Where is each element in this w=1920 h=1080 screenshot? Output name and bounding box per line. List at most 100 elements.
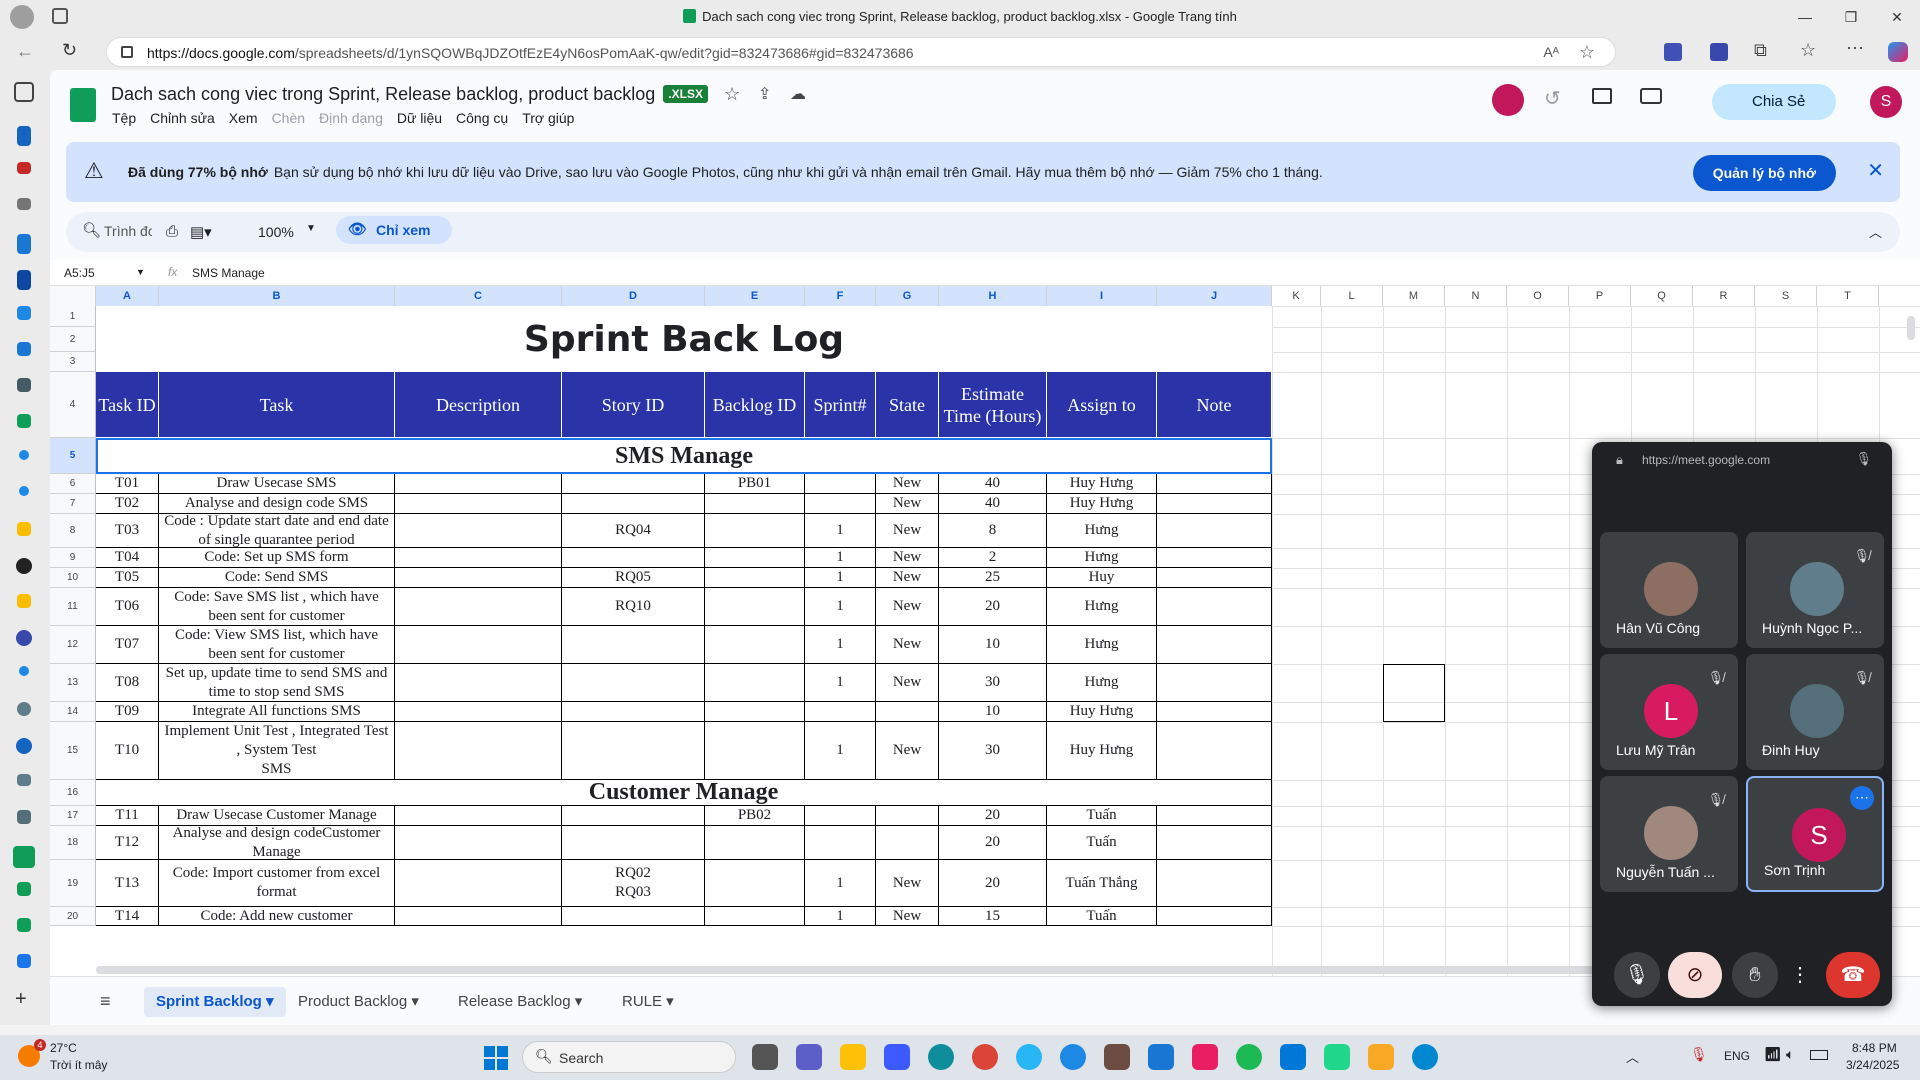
table-cell[interactable]: 8: [939, 514, 1047, 548]
table-cell[interactable]: Huy Hưng: [1047, 474, 1157, 494]
table-cell[interactable]: New: [876, 514, 939, 548]
store-icon[interactable]: [884, 1044, 910, 1070]
table-cell[interactable]: [876, 702, 939, 722]
table-cell[interactable]: [395, 568, 562, 588]
column-header-s[interactable]: S: [1755, 286, 1817, 306]
table-cell[interactable]: 20: [939, 806, 1047, 826]
extension-icon[interactable]: [1710, 43, 1728, 61]
row-header-10[interactable]: 10: [50, 568, 96, 588]
table-cell[interactable]: 40: [939, 494, 1047, 514]
row-header-5[interactable]: 5: [50, 438, 96, 474]
zoom-chevron-icon[interactable]: ▼: [306, 223, 316, 234]
meet-icon[interactable]: [1640, 88, 1662, 104]
section-sms-manage[interactable]: SMS Manage: [96, 438, 1272, 474]
tray-chevron-icon[interactable]: ︿: [1626, 1047, 1639, 1066]
table-cell[interactable]: Code: Set up SMS form: [159, 548, 395, 568]
table-cell[interactable]: 1: [805, 588, 876, 626]
manage-storage-button[interactable]: Quản lý bộ nhớ: [1692, 155, 1836, 191]
table-cell[interactable]: [562, 494, 705, 514]
column-header-c[interactable]: C: [395, 286, 562, 306]
table-cell[interactable]: 30: [939, 722, 1047, 780]
table-cell[interactable]: [705, 568, 805, 588]
table-cell[interactable]: [395, 494, 562, 514]
participant-tile[interactable]: Huỳnh Ngọc P... 🎙︎̸: [1746, 532, 1884, 648]
all-sheets-icon[interactable]: ≡: [100, 991, 111, 1012]
header-cell[interactable]: Note: [1157, 372, 1272, 438]
table-cell[interactable]: 15: [939, 907, 1047, 926]
table-cell[interactable]: Huy Hưng: [1047, 494, 1157, 514]
table-cell[interactable]: [805, 806, 876, 826]
reload-icon[interactable]: ↻: [62, 40, 77, 61]
table-cell[interactable]: Integrate All functions SMS: [159, 702, 395, 722]
table-cell[interactable]: RQ05: [562, 568, 705, 588]
table-cell[interactable]: Code: Send SMS: [159, 568, 395, 588]
telegram-icon[interactable]: [1016, 1044, 1042, 1070]
table-cell[interactable]: T02: [96, 494, 159, 514]
sidebar-app-7-icon[interactable]: [17, 342, 31, 356]
header-cell[interactable]: Backlog ID: [705, 372, 805, 438]
table-cell[interactable]: [1157, 494, 1272, 514]
move-icon[interactable]: ⇪: [758, 84, 771, 104]
sheet-title[interactable]: Sprint Back Log: [96, 306, 1272, 372]
table-cell[interactable]: Draw Usecase SMS: [159, 474, 395, 494]
battery-icon[interactable]: [1810, 1050, 1828, 1060]
table-cell[interactable]: 2: [939, 548, 1047, 568]
star-icon[interactable]: ☆: [724, 84, 740, 105]
table-cell[interactable]: Implement Unit Test , Integrated Test , …: [159, 722, 395, 780]
history-icon[interactable]: ↺: [1544, 86, 1561, 111]
sidebar-sheets-active-icon[interactable]: [13, 846, 35, 868]
camera-off-button[interactable]: ⊘: [1668, 952, 1722, 998]
leave-call-button[interactable]: ☎︎: [1826, 952, 1880, 998]
table-cell[interactable]: [1157, 860, 1272, 907]
table-cell[interactable]: [705, 722, 805, 780]
view-only-chip[interactable]: 👁︎ Chỉ xem: [336, 216, 452, 244]
table-cell[interactable]: New: [876, 494, 939, 514]
row-header-20[interactable]: 20: [50, 907, 96, 926]
table-cell[interactable]: Tuấn: [1047, 806, 1157, 826]
table-cell[interactable]: New: [876, 568, 939, 588]
table-cell[interactable]: New: [876, 860, 939, 907]
table-cell[interactable]: Code : Update start date and end date of…: [159, 514, 395, 548]
participant-tile[interactable]: L Lưu Mỹ Trân 🎙︎̸: [1600, 654, 1738, 770]
site-info-icon[interactable]: [121, 46, 133, 58]
volume-icon[interactable]: 🔈︎: [1786, 1046, 1794, 1063]
table-cell[interactable]: T11: [96, 806, 159, 826]
select-all-corner[interactable]: [50, 286, 96, 306]
participant-tile[interactable]: Hân Vũ Công: [1600, 532, 1738, 648]
table-cell[interactable]: [705, 494, 805, 514]
table-cell[interactable]: T06: [96, 588, 159, 626]
row-header-4[interactable]: 4: [50, 372, 96, 438]
spotify-icon[interactable]: [1236, 1044, 1262, 1070]
column-header-t[interactable]: T: [1817, 286, 1879, 306]
mic-button[interactable]: 🎙︎: [1614, 952, 1660, 998]
table-cell[interactable]: Draw Usecase Customer Manage: [159, 806, 395, 826]
tabs-icon[interactable]: [14, 82, 34, 102]
table-cell[interactable]: New: [876, 474, 939, 494]
table-cell[interactable]: [705, 826, 805, 860]
tray-mic-icon[interactable]: 🎙︎: [1690, 1046, 1708, 1063]
row-header-3[interactable]: 3: [50, 352, 96, 372]
doc-title[interactable]: Dach sach cong viec trong Sprint, Releas…: [111, 84, 708, 105]
row-header-13[interactable]: 13: [50, 664, 96, 702]
column-header-m[interactable]: M: [1383, 286, 1445, 306]
table-cell[interactable]: Tuấn: [1047, 826, 1157, 860]
header-cell[interactable]: Estimate Time (Hours): [939, 372, 1047, 438]
column-header-k[interactable]: K: [1272, 286, 1321, 306]
minimize-button[interactable]: —: [1790, 6, 1820, 28]
table-cell[interactable]: [562, 907, 705, 926]
row-header-2[interactable]: 2: [50, 327, 96, 352]
column-header-b[interactable]: B: [159, 286, 395, 306]
share-button[interactable]: Chia Sẻ: [1712, 84, 1836, 120]
name-box-chevron-icon[interactable]: ▼: [136, 267, 145, 277]
table-cell[interactable]: [395, 588, 562, 626]
table-cell[interactable]: [876, 806, 939, 826]
table-cell[interactable]: Analyse and design code SMS: [159, 494, 395, 514]
sidebar-app-11-icon[interactable]: [17, 522, 31, 536]
table-cell[interactable]: New: [876, 588, 939, 626]
wifi-icon[interactable]: 📶︎: [1764, 1046, 1782, 1063]
column-header-p[interactable]: P: [1569, 286, 1631, 306]
table-cell[interactable]: [395, 514, 562, 548]
header-cell[interactable]: State: [876, 372, 939, 438]
table-cell[interactable]: [705, 702, 805, 722]
table-cell[interactable]: [562, 626, 705, 664]
